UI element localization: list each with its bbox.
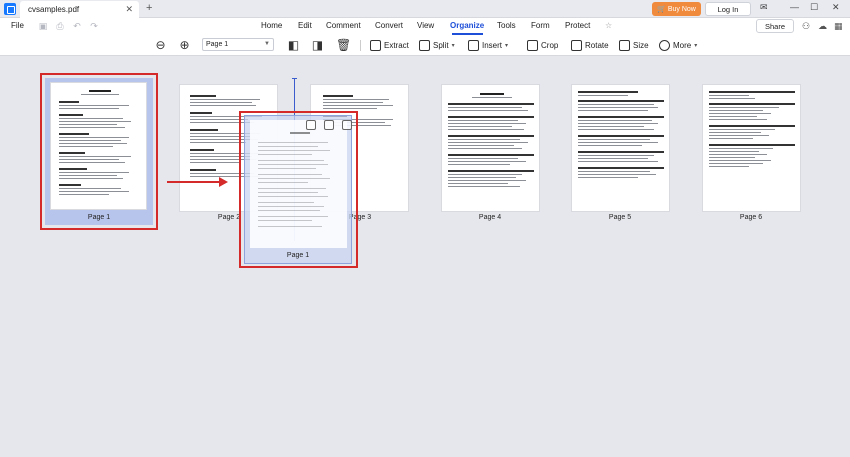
close-window-button[interactable]: ✕ — [832, 2, 840, 13]
zoom-in-icon[interactable]: ⊕ — [178, 39, 191, 52]
menu-comment[interactable]: Comment — [326, 21, 361, 30]
menu-protect[interactable]: Protect — [565, 21, 590, 30]
buy-now-label: Buy Now — [667, 5, 696, 13]
extract-icon — [342, 120, 352, 130]
title-bar: cvsamples.pdf ✕ + 🛒 Buy Now Log In ✉ — ☐… — [0, 0, 850, 18]
share-network-icon[interactable]: ⚇ — [802, 21, 810, 32]
menu-view[interactable]: View — [417, 21, 434, 30]
extract-label: Extract — [384, 41, 409, 50]
menu-organize[interactable]: Organize — [450, 21, 484, 30]
page-label-6: Page 6 — [739, 214, 763, 221]
print-icon[interactable]: ⎙ — [55, 21, 65, 31]
dragged-page-preview — [250, 120, 347, 248]
save-icon[interactable]: ▣ — [38, 21, 48, 31]
more-button[interactable]: More ▾ — [659, 38, 697, 53]
drag-ghost-label: Page 1 — [286, 252, 310, 259]
share-button[interactable]: Share — [756, 19, 794, 33]
maximize-button[interactable]: ☐ — [810, 2, 818, 13]
page-label-1: Page 1 — [87, 214, 111, 221]
resize-icon — [619, 40, 630, 51]
undo-icon[interactable]: ↶ — [72, 21, 82, 31]
cart-icon: 🛒 — [657, 6, 666, 13]
page-label-5: Page 5 — [608, 214, 632, 221]
chevron-down-icon: ▾ — [505, 43, 509, 49]
rotate-icon — [571, 40, 582, 51]
page-select-value: Page 1 — [206, 41, 229, 48]
organize-toolbar: ⊖ ⊕ Page 1 ▼ ◧ ◨ 🗑 Extract Split ▾ Inser… — [0, 35, 850, 56]
insert-icon — [468, 40, 479, 51]
redo-icon[interactable]: ↷ — [89, 21, 99, 31]
rotate-button[interactable]: Rotate — [571, 38, 609, 53]
insert-button[interactable]: Insert ▾ — [468, 38, 508, 53]
rotate-label: Rotate — [585, 41, 609, 50]
insert-label: Insert — [482, 41, 503, 50]
chevron-down-icon: ▾ — [694, 43, 698, 49]
size-button[interactable]: Size — [619, 38, 649, 53]
drop-insertion-cap — [292, 78, 297, 79]
crop-button[interactable]: Crop — [527, 38, 558, 53]
split-icon — [419, 40, 430, 51]
login-button[interactable]: Log In — [705, 2, 751, 16]
cloud-icon[interactable]: ☁ — [818, 21, 827, 32]
crop-label: Crop — [541, 41, 559, 50]
menu-convert[interactable]: Convert — [375, 21, 403, 30]
delete-page-icon[interactable]: 🗑 — [336, 39, 351, 52]
split-label: Split — [433, 41, 449, 50]
page-thumbnail-6[interactable] — [702, 84, 801, 212]
close-tab-icon[interactable]: ✕ — [125, 4, 133, 15]
buy-now-button[interactable]: 🛒 Buy Now — [652, 2, 701, 16]
crop-icon — [527, 40, 538, 51]
ghost-page-actions — [306, 120, 352, 130]
insert-after-icon[interactable]: ◨ — [311, 39, 324, 52]
menu-tools[interactable]: Tools — [497, 21, 516, 30]
file-menu[interactable]: File — [11, 21, 24, 30]
chevron-down-icon: ▾ — [451, 43, 455, 49]
size-label: Size — [633, 41, 649, 50]
more-label: More — [673, 41, 692, 50]
page-select[interactable]: Page 1 ▼ — [202, 38, 274, 51]
menu-bar: File ▣ ⎙ ↶ ↷ Home Edit Comment Convert V… — [0, 18, 850, 35]
more-icon — [659, 40, 670, 51]
chevron-down-icon: ▼ — [264, 41, 270, 47]
insert-icon — [306, 120, 316, 130]
menu-form[interactable]: Form — [531, 21, 550, 30]
page-label-4: Page 4 — [478, 214, 502, 221]
pin-icon[interactable]: ☆ — [605, 21, 612, 30]
page-thumbnail-5[interactable] — [571, 84, 670, 212]
minimize-button[interactable]: — — [790, 2, 799, 12]
move-arrow-line — [167, 181, 221, 183]
page-thumbnail-1[interactable] — [50, 82, 147, 210]
menu-home[interactable]: Home — [261, 21, 282, 30]
document-tab-title: cvsamples.pdf — [28, 5, 80, 14]
document-tab[interactable]: cvsamples.pdf ✕ — [20, 1, 139, 18]
extract-icon — [370, 40, 381, 51]
toolbar-divider — [360, 40, 361, 51]
zoom-out-icon[interactable]: ⊖ — [154, 39, 167, 52]
page-thumbnail-4[interactable] — [441, 84, 540, 212]
message-icon[interactable]: ✉ — [760, 2, 768, 13]
extract-button[interactable]: Extract — [370, 38, 409, 53]
arrow-right-icon — [219, 177, 228, 187]
app-logo-icon — [4, 3, 16, 15]
new-tab-button[interactable]: + — [146, 2, 152, 14]
split-button[interactable]: Split ▾ — [419, 38, 455, 53]
calendar-icon[interactable]: ▦ — [834, 21, 843, 32]
menu-edit[interactable]: Edit — [298, 21, 312, 30]
insert-before-icon[interactable]: ◧ — [287, 39, 300, 52]
replace-icon — [324, 120, 334, 130]
